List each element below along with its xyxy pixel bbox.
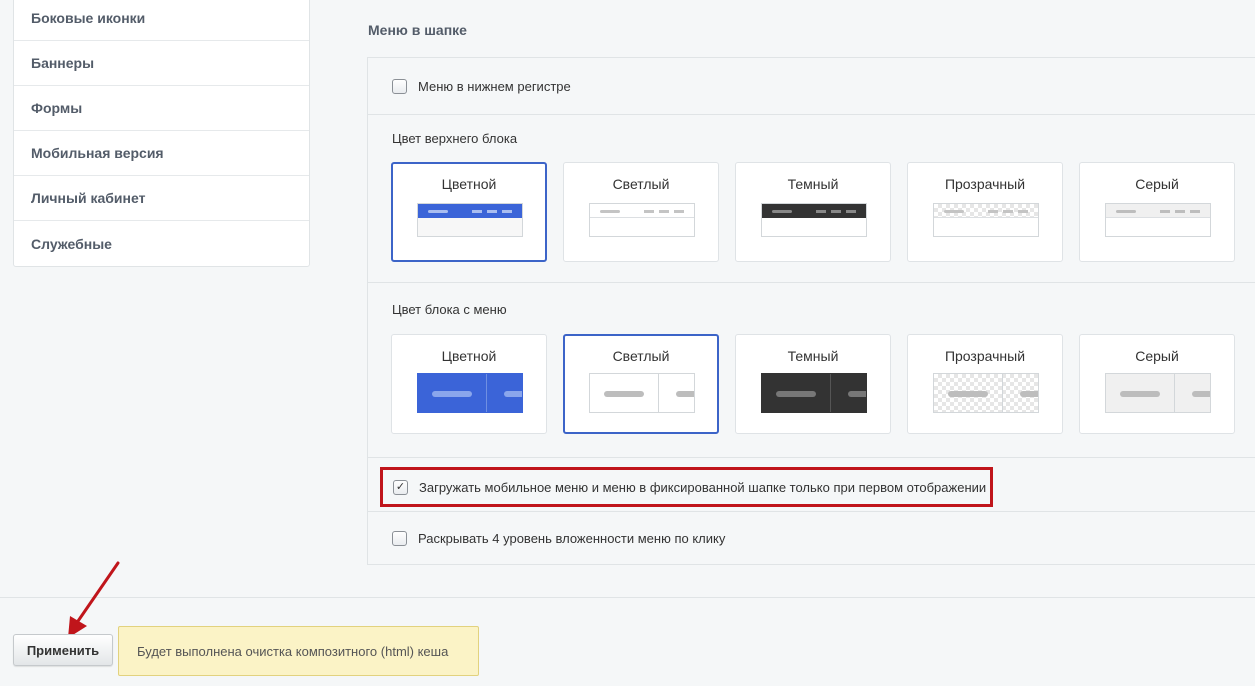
option-label: Серый: [1135, 176, 1179, 192]
lazy-load-highlight: ✓ Загружать мобильное меню и меню в фикс…: [380, 467, 993, 507]
lowercase-menu-row: Меню в нижнем регистре: [367, 57, 1255, 115]
sidebar-item-side-icons[interactable]: Боковые иконки: [14, 0, 309, 41]
preview-gray: [1105, 373, 1211, 413]
option-label: Темный: [787, 176, 839, 192]
option-label: Прозрачный: [944, 348, 1026, 364]
preview-light: [589, 203, 695, 237]
sidebar-item-mobile[interactable]: Мобильная версия: [14, 131, 309, 176]
top-color-option-transparent[interactable]: Прозрачный: [907, 162, 1063, 262]
top-color-option-gray[interactable]: Серый: [1079, 162, 1235, 262]
preview-light: [589, 373, 695, 413]
menu-color-option-gray[interactable]: Серый: [1079, 334, 1235, 434]
sidebar-item-service[interactable]: Служебные: [14, 221, 309, 266]
option-label: Цветной: [441, 348, 497, 364]
expand-level4-checkbox[interactable]: [392, 530, 407, 546]
lazy-load-label: Загружать мобильное меню и меню в фиксир…: [419, 479, 987, 495]
top-color-option-dark[interactable]: Темный: [735, 162, 891, 262]
preview-transparent: [933, 373, 1039, 413]
top-color-option-colored[interactable]: Цветной: [391, 162, 547, 262]
menu-color-option-transparent[interactable]: Прозрачный: [907, 334, 1063, 434]
top-block-color-group: Цвет верхнего блока Цветной Светлый Темн…: [367, 114, 1255, 283]
option-label: Светлый: [612, 176, 670, 192]
menu-color-option-dark[interactable]: Темный: [735, 334, 891, 434]
preview-dark: [761, 203, 867, 237]
sidebar-item-banners[interactable]: Баннеры: [14, 41, 309, 86]
lazy-load-checkbox[interactable]: ✓: [393, 479, 408, 495]
menu-block-color-group: Цвет блока с меню Цветной Светлый Темный: [367, 282, 1255, 458]
menu-block-color-label: Цвет блока с меню: [392, 302, 507, 317]
top-block-color-label: Цвет верхнего блока: [392, 131, 518, 146]
option-label: Темный: [787, 348, 839, 364]
option-label: Цветной: [441, 176, 497, 192]
preview-gray: [1105, 203, 1211, 237]
preview-colored: [417, 373, 523, 413]
footer-divider: [0, 597, 1255, 598]
expand-level4-label: Раскрывать 4 уровень вложенности меню по…: [418, 530, 726, 546]
lowercase-menu-label: Меню в нижнем регистре: [418, 78, 571, 94]
cache-notice-text: Будет выполнена очистка композитного (ht…: [137, 643, 449, 659]
preview-dark: [761, 373, 867, 413]
menu-color-option-light[interactable]: Светлый: [563, 334, 719, 434]
expand-level4-row: Раскрывать 4 уровень вложенности меню по…: [367, 511, 1255, 565]
menu-color-option-colored[interactable]: Цветной: [391, 334, 547, 434]
option-label: Серый: [1135, 348, 1179, 364]
sidebar-item-forms[interactable]: Формы: [14, 86, 309, 131]
preview-transparent: [933, 203, 1039, 237]
lowercase-menu-checkbox[interactable]: [392, 78, 407, 94]
top-color-option-light[interactable]: Светлый: [563, 162, 719, 262]
apply-button[interactable]: Применить: [13, 634, 113, 666]
section-title: Меню в шапке: [368, 22, 467, 38]
cache-notice: Будет выполнена очистка композитного (ht…: [118, 626, 479, 676]
sidebar-item-personal-account[interactable]: Личный кабинет: [14, 176, 309, 221]
option-label: Светлый: [612, 348, 670, 364]
option-label: Прозрачный: [944, 176, 1026, 192]
preview-colored: [417, 203, 523, 237]
settings-sidebar: Боковые иконки Баннеры Формы Мобильная в…: [13, 0, 310, 267]
